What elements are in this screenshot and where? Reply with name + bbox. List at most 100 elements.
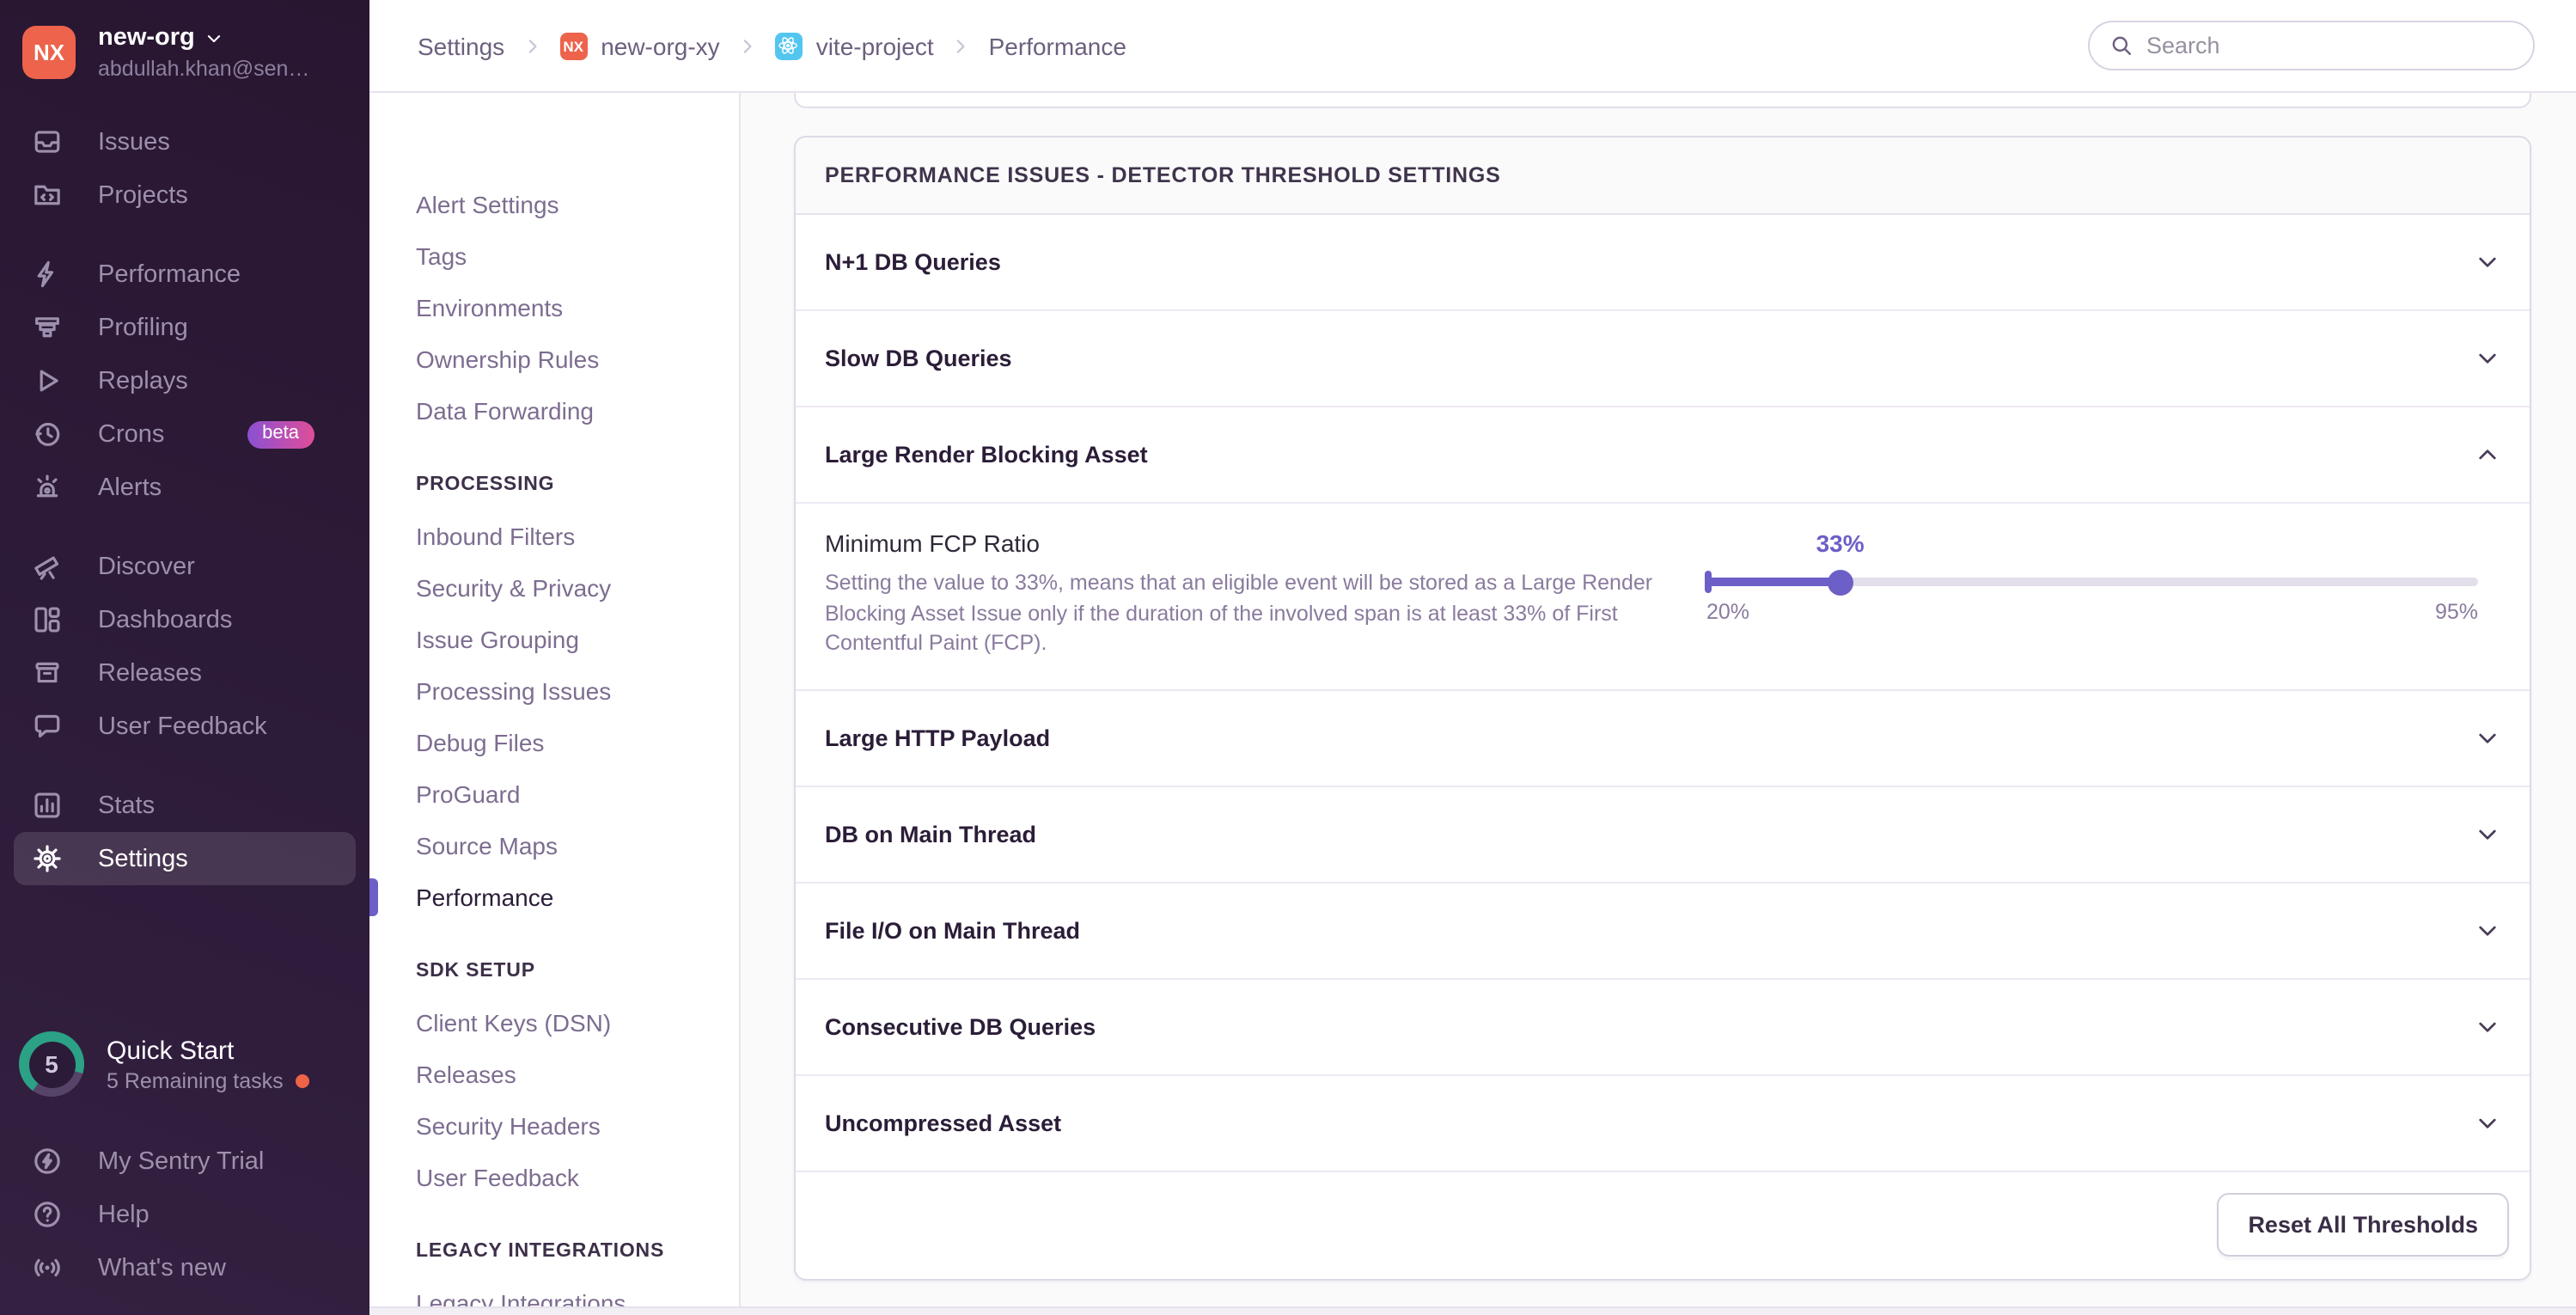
quick-start-title: Quick Start (107, 1036, 235, 1065)
chevron-down-icon (2475, 725, 2500, 750)
chevron-down-icon (2475, 1110, 2500, 1135)
subnav-item-processing-issues[interactable]: Processing Issues (369, 665, 739, 717)
search-icon (2110, 34, 2133, 57)
slider-track[interactable] (1705, 569, 2478, 595)
subnav-item-environments[interactable]: Environments (369, 282, 739, 333)
breadcrumb-link[interactable]: Performance (989, 32, 1126, 59)
sidebar-item-my-sentry-trial[interactable]: My Sentry Trial (0, 1135, 369, 1188)
projects-icon (33, 180, 62, 210)
row-consecutive-db-queries[interactable]: Consecutive DB Queries (796, 979, 2530, 1075)
sidebar-item-alerts[interactable]: Alerts (0, 461, 369, 514)
sidebar-item-replays[interactable]: Replays (0, 354, 369, 407)
reset-all-thresholds-button[interactable]: Reset All Thresholds (2217, 1193, 2509, 1257)
breadcrumb-item-performance: Performance (989, 32, 1126, 59)
releases-icon (33, 658, 62, 688)
dashboards-icon (33, 605, 62, 634)
quick-start-panel[interactable]: 5 Quick Start 5 Remaining tasks (0, 1031, 369, 1097)
chevron-up-icon (2475, 442, 2500, 468)
react-logo-icon (774, 32, 803, 59)
chevron-down-icon (2475, 346, 2500, 371)
stats-icon (33, 791, 62, 820)
profiling-icon (33, 313, 62, 342)
alerts-icon (33, 473, 62, 502)
help-icon (33, 1200, 62, 1229)
subnav-item-security-privacy[interactable]: Security & Privacy (369, 562, 739, 614)
sidebar-nav-group-performance: Performance Profiling Replays Crons beta (0, 248, 369, 514)
subnav-item-alert-settings[interactable]: Alert Settings (369, 179, 739, 230)
user-feedback-icon (33, 712, 62, 741)
subnav-item-ownership-rules[interactable]: Ownership Rules (369, 333, 739, 385)
sidebar-item-whats-new[interactable]: What's new (0, 1241, 369, 1294)
settings-gear-icon (33, 844, 62, 873)
sidebar-item-settings[interactable]: Settings (14, 832, 356, 885)
sidebar-item-profiling[interactable]: Profiling (0, 301, 369, 354)
breadcrumb: Settings NX new-org-xy vite-project Perf… (418, 32, 1126, 59)
row-large-render-blocking-asset[interactable]: Large Render Blocking Asset (796, 407, 2530, 504)
previous-panel-edge (794, 93, 2531, 108)
sidebar-item-performance[interactable]: Performance (0, 248, 369, 301)
row-slow-db-queries[interactable]: Slow DB Queries (796, 311, 2530, 407)
subnav-item-inbound-filters[interactable]: Inbound Filters (369, 511, 739, 562)
detector-rows: N+1 DB Queries Slow DB Queries Large Ren… (796, 215, 2530, 1171)
breadcrumb-item-settings: Settings (418, 32, 559, 59)
quick-start-subtitle: 5 Remaining tasks (107, 1068, 284, 1092)
subnav-item-source-maps[interactable]: Source Maps (369, 820, 739, 872)
quick-start-progress-ring: 5 (19, 1031, 84, 1097)
notification-dot (295, 1073, 309, 1087)
sidebar-item-help[interactable]: Help (0, 1188, 369, 1241)
field-label: Minimum FCP Ratio (825, 529, 1040, 557)
large-render-blocking-asset-settings: Minimum FCP Ratio Setting the value to 3… (796, 504, 2530, 690)
row-file-io-on-main-thread[interactable]: File I/O on Main Thread (796, 883, 2530, 979)
panel-title: PERFORMANCE ISSUES - DETECTOR THRESHOLD … (825, 163, 1501, 187)
sidebar-item-dashboards[interactable]: Dashboards (0, 593, 369, 646)
subnav-item-performance[interactable]: Performance (369, 872, 739, 923)
panel-footer: Reset All Thresholds (796, 1171, 2530, 1278)
threshold-settings-panel: PERFORMANCE ISSUES - DETECTOR THRESHOLD … (794, 136, 2531, 1280)
sidebar-item-user-feedback[interactable]: User Feedback (0, 700, 369, 753)
sidebar-item-projects[interactable]: Projects (0, 168, 369, 222)
performance-icon (33, 260, 62, 289)
breadcrumb-link[interactable]: NX new-org-xy (559, 32, 720, 59)
subnav-item-security-headers[interactable]: Security Headers (369, 1100, 739, 1152)
breadcrumb-item-project: vite-project (774, 32, 989, 59)
subnav-item-debug-files[interactable]: Debug Files (369, 717, 739, 768)
search-input[interactable]: Search (2088, 21, 2535, 70)
sidebar-item-issues[interactable]: Issues (0, 115, 369, 168)
breadcrumb-link[interactable]: vite-project (774, 32, 934, 59)
subnav-item-client-keys-dsn[interactable]: Client Keys (DSN) (369, 997, 739, 1049)
sidebar-bottom-nav: My Sentry Trial Help What's new (0, 1135, 369, 1294)
whats-new-icon (33, 1253, 62, 1282)
breadcrumb-link[interactable]: Settings (418, 32, 504, 59)
panel-header: PERFORMANCE ISSUES - DETECTOR THRESHOLD … (796, 138, 2530, 215)
subnav-item-tags[interactable]: Tags (369, 230, 739, 282)
sidebar: NX new-org abdullah.khan@sen… Issues Pro… (0, 0, 369, 1315)
row-uncompressed-asset[interactable]: Uncompressed Asset (796, 1075, 2530, 1171)
slider-thumb[interactable] (1827, 569, 1853, 595)
chevron-right-icon (522, 35, 542, 56)
subnav-item-proguard[interactable]: ProGuard (369, 768, 739, 820)
row-large-http-payload[interactable]: Large HTTP Payload (796, 690, 2530, 786)
sidebar-item-discover[interactable]: Discover (0, 540, 369, 593)
field-description: Setting the value to 33%, means that an … (825, 571, 1653, 655)
slider-fill (1706, 578, 1840, 586)
issues-icon (33, 127, 62, 156)
sidebar-item-stats[interactable]: Stats (0, 779, 369, 832)
chevron-down-icon (2475, 249, 2500, 275)
subnav-header-processing: PROCESSING (416, 474, 555, 495)
chevron-down-icon (2475, 1013, 2500, 1039)
chevron-right-icon (737, 35, 758, 56)
subnav-item-user-feedback[interactable]: User Feedback (369, 1152, 739, 1203)
top-header: Settings NX new-org-xy vite-project Perf… (369, 0, 2576, 93)
subnav-item-releases[interactable]: Releases (369, 1049, 739, 1100)
bottom-scroll-strip[interactable] (369, 1306, 2576, 1315)
row-n-plus-one-db-queries[interactable]: N+1 DB Queries (796, 215, 2530, 311)
crons-icon (33, 419, 62, 449)
org-switcher[interactable]: NX new-org abdullah.khan@sen… (0, 24, 369, 81)
sidebar-item-releases[interactable]: Releases (0, 646, 369, 700)
row-db-on-main-thread[interactable]: DB on Main Thread (796, 786, 2530, 883)
fcp-ratio-slider[interactable]: 33% 20% 95% (1705, 529, 2478, 624)
subnav-item-data-forwarding[interactable]: Data Forwarding (369, 385, 739, 437)
subnav-item-issue-grouping[interactable]: Issue Grouping (369, 614, 739, 665)
sidebar-item-crons[interactable]: Crons beta (0, 407, 369, 461)
discover-icon (33, 552, 62, 581)
